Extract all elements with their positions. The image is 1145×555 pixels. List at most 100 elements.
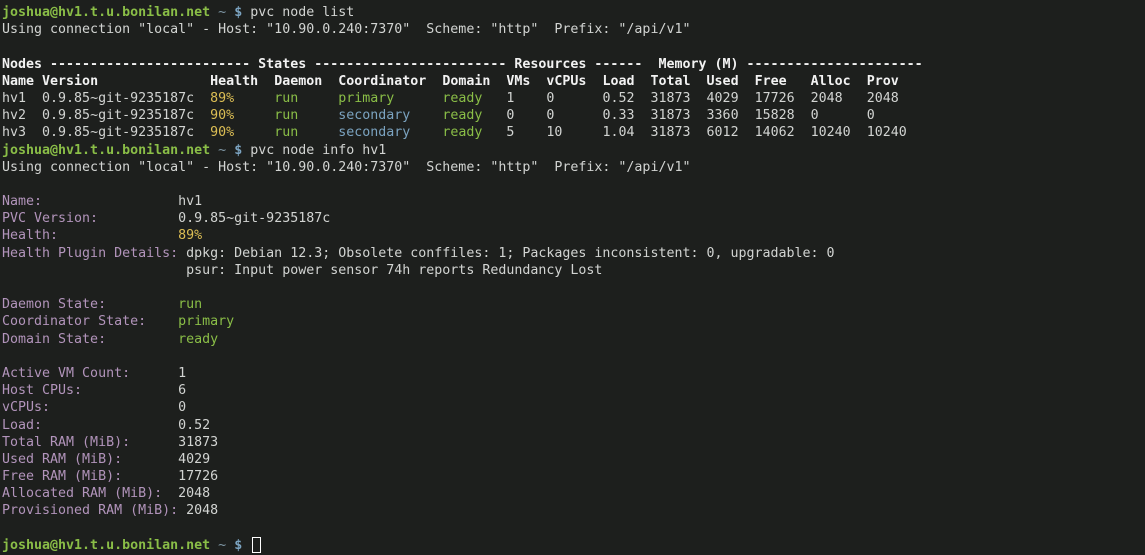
cell-daemon-state: run xyxy=(274,108,338,123)
info-label: Coordinator State: xyxy=(2,314,178,329)
col-version: Version xyxy=(42,74,210,89)
info-label: Host CPUs: xyxy=(2,383,178,398)
info-value: primary xyxy=(178,314,234,329)
prompt-line-3: joshua@hv1.t.u.bonilan.net ~ $ xyxy=(2,537,1145,554)
info-value: ready xyxy=(178,332,218,347)
table-row-hv1: hv1 0.9.85~git-9235187c 89% run primary … xyxy=(2,90,1145,107)
info-free-ram: Free RAM (MiB): 17726 xyxy=(2,468,1145,485)
info-value: 0.9.85~git-9235187c xyxy=(178,211,330,226)
cell-mem-used: 6012 xyxy=(707,125,755,140)
info-label: Health: xyxy=(2,228,178,243)
prompt-symbol: $ xyxy=(234,5,242,20)
command-text: pvc node list xyxy=(250,5,354,20)
prompt-user-host: joshua@hv1.t.u.bonilan.net xyxy=(2,143,210,158)
text-segment xyxy=(242,538,250,553)
table-group-header-text: Nodes ------------------------- States -… xyxy=(2,57,923,72)
cell-coordinator-state: primary xyxy=(338,91,442,106)
text-segment xyxy=(226,143,234,158)
cell-health: 89% xyxy=(210,91,274,106)
info-value: 17726 xyxy=(178,469,218,484)
cell-version: 0.9.85~git-9235187c xyxy=(42,125,210,140)
cell-mem-alloc: 0 xyxy=(811,108,867,123)
cell-mem-prov: 2048 xyxy=(867,91,899,106)
col-free: Free xyxy=(755,74,811,89)
info-health-plugin-details-cont: psur: Input power sensor 74h reports Red… xyxy=(2,262,1145,279)
text-segment xyxy=(210,538,218,553)
info-label: vCPUs: xyxy=(2,400,178,415)
prompt-cwd: ~ xyxy=(218,143,226,158)
info-label: Used RAM (MiB): xyxy=(2,452,178,467)
cell-mem-prov: 0 xyxy=(867,108,875,123)
prompt-line-1: joshua@hv1.t.u.bonilan.net ~ $ pvc node … xyxy=(2,4,1145,21)
col-total: Total xyxy=(651,74,707,89)
cell-name: hv1 xyxy=(2,91,42,106)
cell-name: hv2 xyxy=(2,108,42,123)
col-prov: Prov xyxy=(867,74,899,89)
blank-line xyxy=(2,520,1145,537)
cell-mem-prov: 10240 xyxy=(867,125,907,140)
table-group-header: Nodes ------------------------- States -… xyxy=(2,56,1145,73)
cell-domain-state: ready xyxy=(442,125,506,140)
info-value: 89% xyxy=(178,228,202,243)
text-segment xyxy=(210,5,218,20)
info-label: Active VM Count: xyxy=(2,366,178,381)
cell-vcpus: 0 xyxy=(546,91,602,106)
prompt-user-host: joshua@hv1.t.u.bonilan.net xyxy=(2,5,210,20)
cell-vms: 0 xyxy=(506,108,546,123)
cell-health: 90% xyxy=(210,108,274,123)
cell-vcpus: 0 xyxy=(546,108,602,123)
text-segment xyxy=(2,263,186,278)
prompt-cwd: ~ xyxy=(218,5,226,20)
info-value: 0.52 xyxy=(178,418,210,433)
cell-version: 0.9.85~git-9235187c xyxy=(42,108,210,123)
prompt-user-host: joshua@hv1.t.u.bonilan.net xyxy=(2,538,210,553)
info-value: hv1 xyxy=(178,194,202,209)
terminal[interactable]: joshua@hv1.t.u.bonilan.net ~ $ pvc node … xyxy=(0,0,1145,555)
cursor xyxy=(252,537,261,553)
info-value: dpkg: Debian 12.3; Obsolete conffiles: 1… xyxy=(186,246,834,261)
info-vcpus: vCPUs: 0 xyxy=(2,399,1145,416)
table-row-hv3: hv3 0.9.85~git-9235187c 90% run secondar… xyxy=(2,124,1145,141)
info-pvc-version: PVC Version: 0.9.85~git-9235187c xyxy=(2,210,1145,227)
cell-mem-total: 31873 xyxy=(651,91,707,106)
info-label: PVC Version: xyxy=(2,211,178,226)
info-value: 0 xyxy=(178,400,186,415)
cell-mem-alloc: 2048 xyxy=(811,91,867,106)
info-label: Domain State: xyxy=(2,332,178,347)
cell-vms: 5 xyxy=(506,125,546,140)
cell-coordinator-state: secondary xyxy=(338,125,442,140)
cell-vms: 1 xyxy=(506,91,546,106)
text-segment xyxy=(226,538,234,553)
info-value: 2048 xyxy=(178,486,210,501)
info-provisioned-ram: Provisioned RAM (MiB): 2048 xyxy=(2,502,1145,519)
prompt-symbol: $ xyxy=(234,538,242,553)
cell-daemon-state: run xyxy=(274,91,338,106)
info-domain-state: Domain State: ready xyxy=(2,331,1145,348)
prompt-symbol: $ xyxy=(234,143,242,158)
connection-info: Using connection "local" - Host: "10.90.… xyxy=(2,160,690,175)
cell-mem-free: 14062 xyxy=(755,125,811,140)
info-label: Load: xyxy=(2,418,178,433)
info-health-plugin-details: Health Plugin Details: dpkg: Debian 12.3… xyxy=(2,245,1145,262)
table-row-hv2: hv2 0.9.85~git-9235187c 90% run secondar… xyxy=(2,107,1145,124)
cell-domain-state: ready xyxy=(442,91,506,106)
blank-line xyxy=(2,176,1145,193)
info-value: 6 xyxy=(178,383,186,398)
info-label: Daemon State: xyxy=(2,297,178,312)
connection-line-1: Using connection "local" - Host: "10.90.… xyxy=(2,21,1145,38)
info-value: 31873 xyxy=(178,435,218,450)
table-column-header: Name Version Health Daemon Coordinator D… xyxy=(2,73,1145,90)
info-label: Provisioned RAM (MiB): xyxy=(2,503,186,518)
cell-health: 90% xyxy=(210,125,274,140)
col-used: Used xyxy=(707,74,755,89)
info-label: Name: xyxy=(2,194,178,209)
connection-info: Using connection "local" - Host: "10.90.… xyxy=(2,22,690,37)
cell-mem-alloc: 10240 xyxy=(811,125,867,140)
prompt-line-2: joshua@hv1.t.u.bonilan.net ~ $ pvc node … xyxy=(2,142,1145,159)
cell-daemon-state: run xyxy=(274,125,338,140)
col-vms: VMs xyxy=(506,74,546,89)
cell-version: 0.9.85~git-9235187c xyxy=(42,91,210,106)
cell-load: 0.33 xyxy=(602,108,650,123)
info-value: 2048 xyxy=(186,503,218,518)
col-alloc: Alloc xyxy=(811,74,867,89)
